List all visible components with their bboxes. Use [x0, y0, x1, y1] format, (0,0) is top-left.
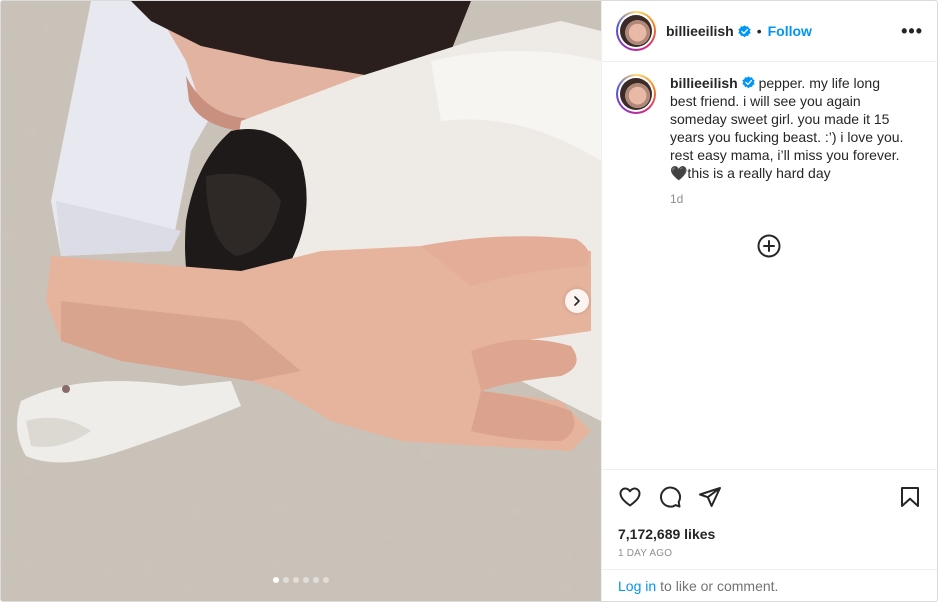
caption-block: billieeilish pepper. my life long best f… — [670, 74, 910, 208]
avatar[interactable] — [616, 11, 656, 51]
carousel-dot — [273, 577, 279, 583]
next-slide-button[interactable] — [565, 289, 589, 313]
avatar-image — [620, 78, 652, 110]
carousel-dot — [293, 577, 299, 583]
caption-section: billieeilish pepper. my life long best f… — [602, 62, 937, 469]
post-date[interactable]: 1 DAY AGO — [618, 548, 922, 559]
post-photo[interactable] — [1, 1, 601, 601]
caption-username[interactable]: billieeilish — [670, 75, 738, 91]
share-icon[interactable] — [698, 485, 722, 509]
caption-avatar[interactable] — [616, 74, 656, 114]
carousel-dot — [323, 577, 329, 583]
chevron-right-icon — [574, 296, 580, 306]
avatar-frame — [618, 13, 654, 49]
header-separator: • — [756, 23, 762, 39]
post-actions: 7,172,689 likes 1 DAY AGO — [602, 469, 937, 559]
more-options-button[interactable]: ••• — [901, 21, 923, 42]
avatar-frame — [618, 76, 654, 112]
header-username[interactable]: billieeilish — [666, 23, 734, 39]
post-modal: billieeilish • Follow ••• billieeilish p… — [0, 0, 938, 602]
post-sidebar: billieeilish • Follow ••• billieeilish p… — [601, 1, 937, 601]
carousel-dot — [303, 577, 309, 583]
carousel-dot — [313, 577, 319, 583]
login-link[interactable]: Log in — [618, 578, 656, 594]
avatar-image — [620, 15, 652, 47]
caption-timestamp[interactable]: 1d — [670, 190, 910, 208]
post-header: billieeilish • Follow ••• — [602, 1, 937, 62]
photo-illustration — [1, 1, 601, 601]
login-prompt: Log in to like or comment. — [602, 569, 937, 601]
login-prompt-text: to like or comment. — [660, 577, 779, 594]
comment-icon[interactable] — [658, 485, 682, 509]
follow-button[interactable]: Follow — [768, 23, 812, 39]
bookmark-icon[interactable] — [898, 485, 922, 509]
caption-row: billieeilish pepper. my life long best f… — [616, 74, 924, 208]
carousel-indicator — [1, 577, 601, 583]
heart-icon[interactable] — [618, 485, 642, 509]
plus-circle-icon[interactable] — [757, 234, 781, 258]
verified-badge-icon — [738, 24, 751, 37]
likes-count[interactable]: 7,172,689 likes — [618, 526, 922, 542]
action-bar — [618, 482, 922, 512]
carousel-dot — [283, 577, 289, 583]
verified-badge-icon — [742, 76, 755, 89]
